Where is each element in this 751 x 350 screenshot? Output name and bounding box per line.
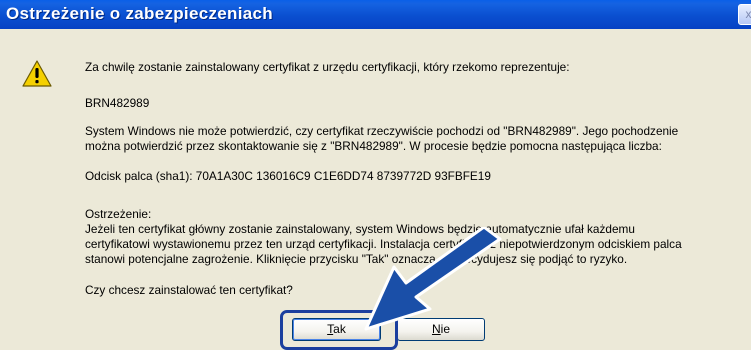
window-title: Ostrzeżenie o zabezpieczeniach	[6, 4, 273, 24]
title-bar[interactable]: Ostrzeżenie o zabezpieczeniach x	[0, 0, 751, 29]
close-button[interactable]: x	[738, 4, 751, 25]
warning-heading: Ostrzeżenie:	[85, 207, 745, 222]
thumbprint-text: Odcisk palca (sha1): 70A1A30C 136016C9 C…	[85, 169, 745, 184]
close-icon: x	[746, 7, 751, 21]
verification-line-1: System Windows nie może potwierdzić, czy…	[85, 124, 745, 139]
warning-icon	[22, 60, 52, 88]
verification-text: System Windows nie może potwierdzić, czy…	[85, 124, 745, 154]
verification-line-2: można potwierdzić przez skontaktowanie s…	[85, 139, 745, 154]
issuer-name: BRN482989	[85, 96, 745, 111]
intro-text: Za chwilę zostanie zainstalowany certyfi…	[85, 60, 745, 75]
callout-arrow-icon	[364, 227, 504, 333]
dialog-body: Za chwilę zostanie zainstalowany certyfi…	[0, 29, 751, 347]
